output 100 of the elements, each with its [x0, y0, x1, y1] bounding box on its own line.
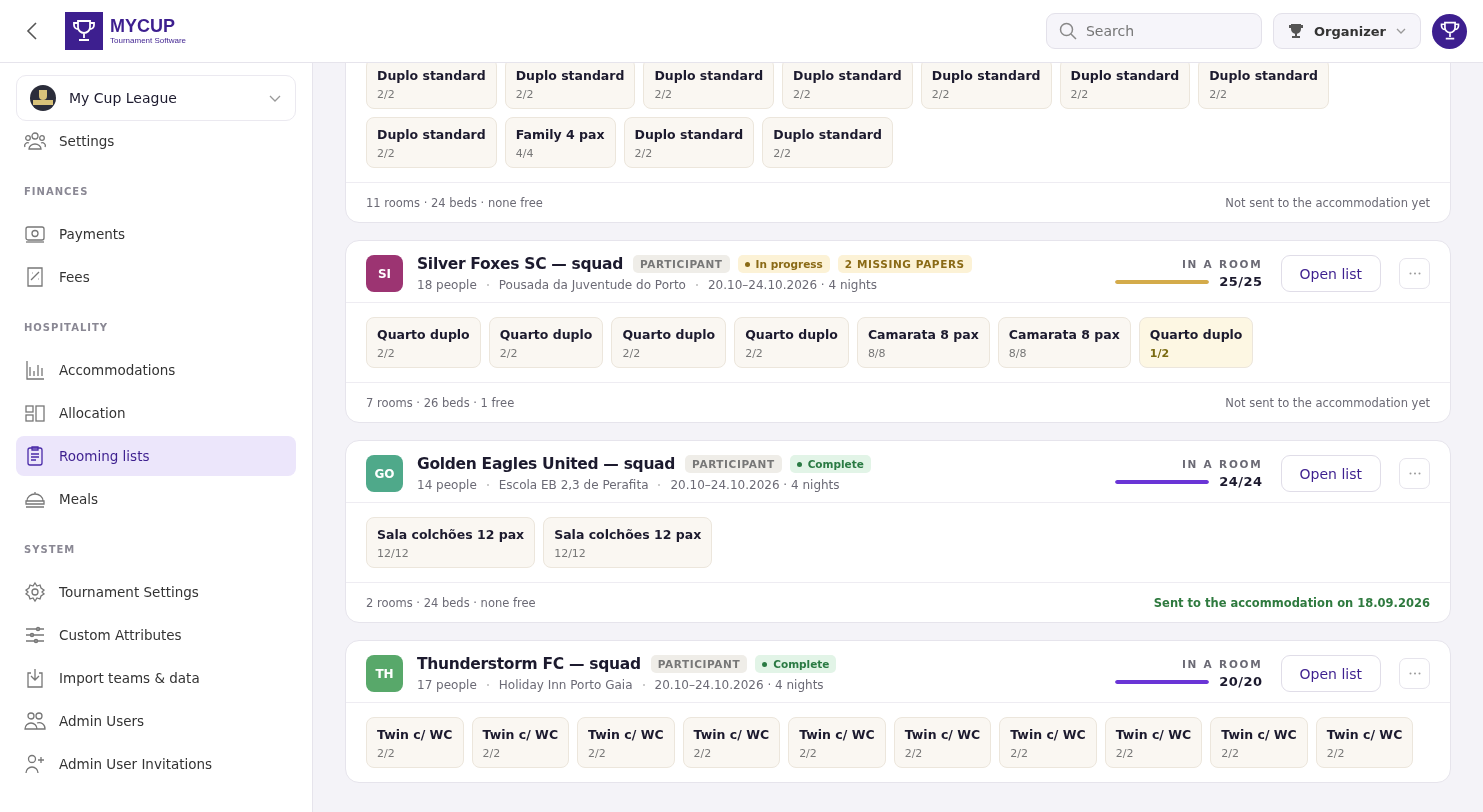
stay-dates: 20.10–24.10.2026 · 4 nights: [707, 278, 878, 292]
room-name: Twin c/ WC: [482, 727, 559, 742]
room-occupancy: 2/2: [904, 747, 924, 760]
room-chip[interactable]: Quarto duplo 1/2: [1138, 317, 1254, 368]
room-chip[interactable]: Quarto duplo 2/2: [734, 317, 849, 368]
room-occupancy: 2/2: [588, 747, 607, 760]
room-chip[interactable]: Sala colchões 12 pax 12/12: [543, 517, 713, 568]
room-chip[interactable]: Duplo standard 2/2: [643, 63, 775, 109]
search-field[interactable]: Search: [1045, 13, 1262, 49]
brand-name: MYCUP: [110, 17, 176, 36]
progress-label: IN A ROOM: [1181, 458, 1263, 470]
room-name: Duplo standard: [793, 68, 902, 83]
open-list-button[interactable]: Open list: [1280, 655, 1381, 692]
room-occupancy: 2/2: [773, 147, 792, 160]
nav-item[interactable]: Admin User Invitations: [16, 744, 296, 784]
nav-item[interactable]: Tournament Settings: [16, 572, 296, 612]
stay-dates: 20.10–24.10.2026 · 4 nights: [654, 678, 824, 692]
clipboard-icon: [24, 445, 46, 467]
team-name: Thunderstorm FC — squad: [417, 655, 641, 673]
nav-item[interactable]: Allocation: [16, 393, 296, 433]
room-occupancy: 2/2: [499, 347, 519, 360]
room-occupancy: 4/4: [515, 147, 535, 160]
room-chip[interactable]: Duplo standard 2/2: [782, 63, 913, 109]
room-chip[interactable]: Duplo standard 2/2: [366, 117, 497, 168]
status-badge: In progress: [737, 255, 830, 273]
nav-item[interactable]: Rooming lists: [16, 436, 296, 476]
room-chip[interactable]: Family 4 pax 4/4: [504, 117, 616, 168]
gear-icon: [24, 581, 46, 603]
open-list-button[interactable]: Open list: [1280, 255, 1381, 292]
room-chip[interactable]: Duplo standard 2/2: [1198, 63, 1329, 109]
room-name: Duplo standard: [654, 68, 764, 83]
room-chip[interactable]: Twin c/ WC 2/2: [577, 717, 675, 768]
room-chip[interactable]: Twin c/ WC 2/2: [1315, 717, 1414, 768]
room-chip[interactable]: Quarto duplo 2/2: [366, 317, 481, 368]
room-summary: 2 rooms · 24 beds · none free: [366, 596, 536, 610]
search-icon: [1058, 22, 1077, 40]
room-occupancy: 2/2: [1326, 747, 1346, 760]
nav-item[interactable]: Import teams & data: [16, 658, 296, 698]
room-chip[interactable]: Twin c/ WC 2/2: [999, 717, 1097, 768]
status-badge: Complete: [789, 455, 871, 473]
room-chip[interactable]: Camarata 8 pax 8/8: [856, 317, 990, 368]
room-chip[interactable]: Duplo standard 2/2: [366, 63, 497, 109]
room-occupancy: 2/2: [745, 347, 764, 360]
room-chip[interactable]: Duplo standard 2/2: [1059, 63, 1191, 109]
role-dropdown[interactable]: Organizer: [1272, 13, 1421, 49]
more-button[interactable]: [1399, 658, 1430, 689]
room-chip[interactable]: Twin c/ WC 2/2: [788, 717, 886, 768]
nav-item[interactable]: Custom Attributes: [16, 615, 296, 655]
chart-icon: [24, 359, 46, 381]
room-occupancy: 2/2: [377, 347, 396, 360]
team-avatar: GO: [366, 455, 403, 492]
room-chip[interactable]: Sala colchões 12 pax 12/12: [366, 517, 536, 568]
more-icon: [1408, 272, 1421, 275]
room-summary: 11 rooms · 24 beds · none free: [366, 196, 543, 210]
room-chip[interactable]: Camarata 8 pax 8/8: [997, 317, 1131, 368]
room-chip[interactable]: Duplo standard 2/2: [504, 63, 636, 109]
room-chip[interactable]: Twin c/ WC 2/2: [1104, 717, 1203, 768]
room-chip[interactable]: Duplo standard 2/2: [762, 117, 893, 168]
room-occupancy: 1/2: [1149, 347, 1171, 360]
nav-item[interactable]: Accommodations: [16, 350, 296, 390]
room-chip[interactable]: Twin c/ WC 2/2: [682, 717, 781, 768]
nav-item[interactable]: Payments: [16, 214, 296, 254]
room-chip[interactable]: Twin c/ WC 2/2: [1210, 717, 1308, 768]
warning-badge: 2 MISSING PAPERS: [837, 255, 972, 273]
nav-item[interactable]: Meals: [16, 479, 296, 519]
nav-item[interactable]: Admin Users: [16, 701, 296, 741]
room-occupancy: 2/2: [1010, 747, 1029, 760]
room-name: Duplo standard: [377, 127, 486, 142]
room-occupancy: 2/2: [634, 147, 654, 160]
room-name: Quarto duplo: [622, 327, 716, 342]
nav-item[interactable]: Settings: [16, 121, 296, 161]
room-chip[interactable]: Twin c/ WC 2/2: [471, 717, 570, 768]
room-occupancy: 2/2: [1070, 88, 1090, 101]
team-avatar: TH: [366, 655, 403, 692]
room-name: Duplo standard: [931, 68, 1041, 83]
user-avatar[interactable]: [1432, 13, 1467, 49]
people-icon: [24, 131, 46, 151]
more-button[interactable]: [1399, 258, 1430, 289]
room-chip[interactable]: Twin c/ WC 2/2: [893, 717, 992, 768]
room-occupancy: 12/12: [554, 547, 587, 560]
send-status: Not sent to the accommodation yet: [1225, 196, 1430, 210]
organization-selector[interactable]: My Cup League: [16, 75, 296, 121]
import-icon: [24, 667, 46, 689]
room-chip[interactable]: Quarto duplo 2/2: [611, 317, 727, 368]
stay-dates: 20.10–24.10.2026 · 4 nights: [670, 478, 840, 492]
back-icon[interactable]: [26, 22, 38, 40]
progress-count: 25/25: [1219, 274, 1263, 289]
accommodation-name: Pousada da Juventude do Porto: [498, 278, 686, 292]
more-button[interactable]: [1399, 458, 1430, 489]
room-occupancy: 8/8: [867, 347, 887, 360]
room-name: Twin c/ WC: [1221, 727, 1297, 742]
people-icon: [24, 710, 46, 732]
room-chip[interactable]: Duplo standard 2/2: [920, 63, 1052, 109]
open-list-button[interactable]: Open list: [1280, 455, 1381, 492]
room-chip[interactable]: Duplo standard 2/2: [623, 117, 755, 168]
nav-item[interactable]: Fees: [16, 257, 296, 297]
room-name: Twin c/ WC: [904, 727, 981, 742]
room-chip[interactable]: Twin c/ WC 2/2: [366, 717, 464, 768]
accommodation-name: Holiday Inn Porto Gaia: [498, 678, 633, 692]
room-chip[interactable]: Quarto duplo 2/2: [488, 317, 604, 368]
